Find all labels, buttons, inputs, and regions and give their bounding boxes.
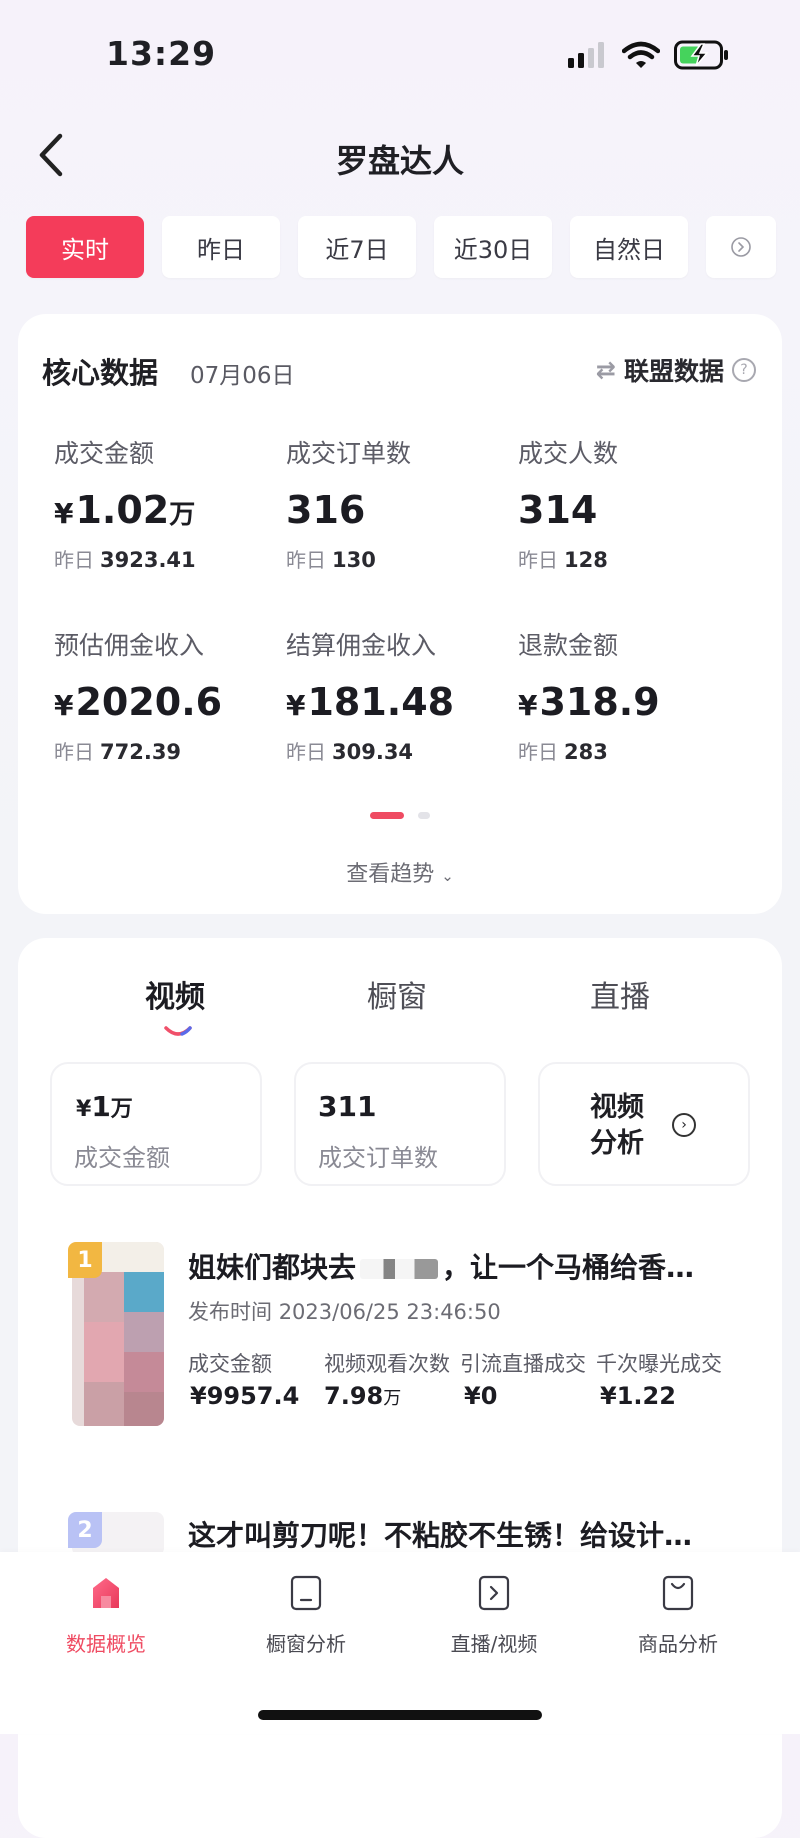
- video-stat-label: 视频观看次数: [324, 1352, 450, 1376]
- nav-label: 商品分析: [638, 1632, 718, 1656]
- alliance-data-toggle[interactable]: ⇄ 联盟数据 ?: [596, 352, 756, 388]
- metric-label: 成交订单数: [286, 439, 412, 468]
- chevron-right-circle-icon: [731, 237, 751, 257]
- battery-charging-icon: [674, 40, 728, 70]
- nav-live-video[interactable]: 直播/视频: [414, 1574, 574, 1657]
- summary-orders-value: 311: [318, 1090, 377, 1123]
- page-indicator-inactive: [418, 812, 430, 819]
- metric-yesterday: 昨日 3923.41: [54, 548, 196, 572]
- core-data-date: 07月06日: [190, 363, 295, 389]
- metric-estimated-commission[interactable]: 预估佣金收入 ¥2020.6 昨日 772.39: [54, 626, 222, 765]
- showcase-icon: [290, 1575, 322, 1611]
- rank-badge: 2: [68, 1512, 102, 1548]
- metric-settled-commission[interactable]: 结算佣金收入 ¥181.48 昨日 309.34: [286, 626, 454, 765]
- tab-natural-day[interactable]: 自然日: [570, 216, 688, 278]
- publish-time: 发布时间 2023/06/25 23:46:50: [188, 1300, 501, 1324]
- tab-live[interactable]: 直播: [590, 972, 650, 1016]
- metric-label: 结算佣金收入: [286, 631, 437, 660]
- summary-card-orders[interactable]: 311 成交订单数: [294, 1062, 506, 1186]
- tab-video[interactable]: 视频: [145, 972, 205, 1016]
- nav-label: 直播/视频: [450, 1632, 538, 1656]
- tab-yesterday[interactable]: 昨日: [162, 216, 280, 278]
- help-icon[interactable]: ?: [732, 358, 756, 382]
- tab-30-days[interactable]: 近30日: [434, 216, 552, 278]
- home-icon: [93, 1578, 119, 1608]
- blurred-text: [360, 1259, 439, 1279]
- video-stat-label: 千次曝光成交: [596, 1352, 722, 1376]
- signal-icon: [568, 42, 604, 68]
- metric-gmv[interactable]: 成交金额 ¥1.02万 昨日 3923.41: [54, 434, 196, 573]
- metric-value: ¥181.48: [286, 680, 455, 724]
- summary-orders-label: 成交订单数: [318, 1144, 438, 1172]
- metric-value: 314: [518, 488, 598, 532]
- metric-yesterday: 昨日 283: [518, 740, 608, 764]
- alliance-data-label: 联盟数据: [623, 357, 724, 386]
- metric-yesterday: 昨日 772.39: [54, 740, 182, 764]
- nav-label: 数据概览: [66, 1632, 146, 1656]
- video-title: 姐妹们都块去 ，让一个马桶给香…: [188, 1251, 695, 1284]
- switch-icon: ⇄: [595, 356, 616, 384]
- play-icon: [478, 1575, 510, 1611]
- metric-value: ¥318.9: [518, 680, 660, 724]
- core-data-title: 核心数据: [42, 356, 159, 390]
- summary-card-amount[interactable]: ¥1万 成交金额: [50, 1062, 262, 1186]
- active-tab-indicator: [164, 1026, 192, 1036]
- rank-badge: 1: [68, 1242, 102, 1278]
- chevron-down-icon: ⌄: [441, 867, 454, 885]
- metric-label: 成交金额: [54, 439, 155, 468]
- tab-realtime[interactable]: 实时: [26, 216, 144, 278]
- summary-amount-label: 成交金额: [74, 1144, 170, 1172]
- metric-label: 预估佣金收入: [54, 631, 205, 660]
- metric-value: ¥2020.6: [54, 680, 223, 724]
- page-indicator-active: [370, 812, 404, 819]
- video-analysis-label: 视频分析: [590, 1092, 644, 1159]
- home-indicator: [258, 1710, 542, 1720]
- video-stat-label: 成交金额: [188, 1352, 272, 1376]
- metric-refund[interactable]: 退款金额 ¥318.9 昨日 283: [518, 626, 660, 765]
- nav-product-analysis[interactable]: 商品分析: [598, 1574, 758, 1657]
- tab-showcase[interactable]: 橱窗: [367, 972, 427, 1016]
- view-trend-link[interactable]: 查看趋势 ⌄: [0, 856, 800, 888]
- metric-yesterday: 昨日 128: [518, 548, 608, 572]
- metric-yesterday: 昨日 130: [286, 548, 376, 572]
- video-stat-value: ¥1.22: [600, 1382, 676, 1410]
- video-stat-label: 引流直播成交: [460, 1352, 586, 1376]
- summary-amount-value: ¥1万: [76, 1090, 133, 1123]
- status-time: 13:29: [106, 34, 217, 73]
- tab-more-button[interactable]: [706, 216, 776, 278]
- video-title: 这才叫剪刀呢！不粘胶不生锈！给设计…: [188, 1519, 693, 1552]
- nav-data-overview[interactable]: 数据概览: [26, 1574, 186, 1657]
- video-stat-value: ¥0: [464, 1382, 498, 1410]
- metric-label: 成交人数: [518, 439, 619, 468]
- metric-buyers[interactable]: 成交人数 314 昨日 128: [518, 434, 618, 573]
- metric-value: 316: [286, 488, 366, 532]
- metric-yesterday: 昨日 309.34: [286, 740, 414, 764]
- chevron-right-circle-icon: ›: [672, 1113, 696, 1137]
- nav-showcase-analysis[interactable]: 橱窗分析: [226, 1574, 386, 1657]
- tab-7-days[interactable]: 近7日: [298, 216, 416, 278]
- wifi-icon: [622, 41, 660, 68]
- metric-label: 退款金额: [518, 631, 619, 660]
- metric-orders[interactable]: 成交订单数 316 昨日 130: [286, 434, 411, 573]
- nav-label: 橱窗分析: [266, 1632, 346, 1656]
- page-title: 罗盘达人: [335, 142, 464, 180]
- video-stat-value: 7.98万: [324, 1382, 402, 1410]
- video-stat-value: ¥9957.4: [190, 1382, 300, 1410]
- bag-icon: [662, 1575, 694, 1611]
- metric-value: ¥1.02万: [54, 488, 196, 532]
- core-data-card: [18, 314, 782, 914]
